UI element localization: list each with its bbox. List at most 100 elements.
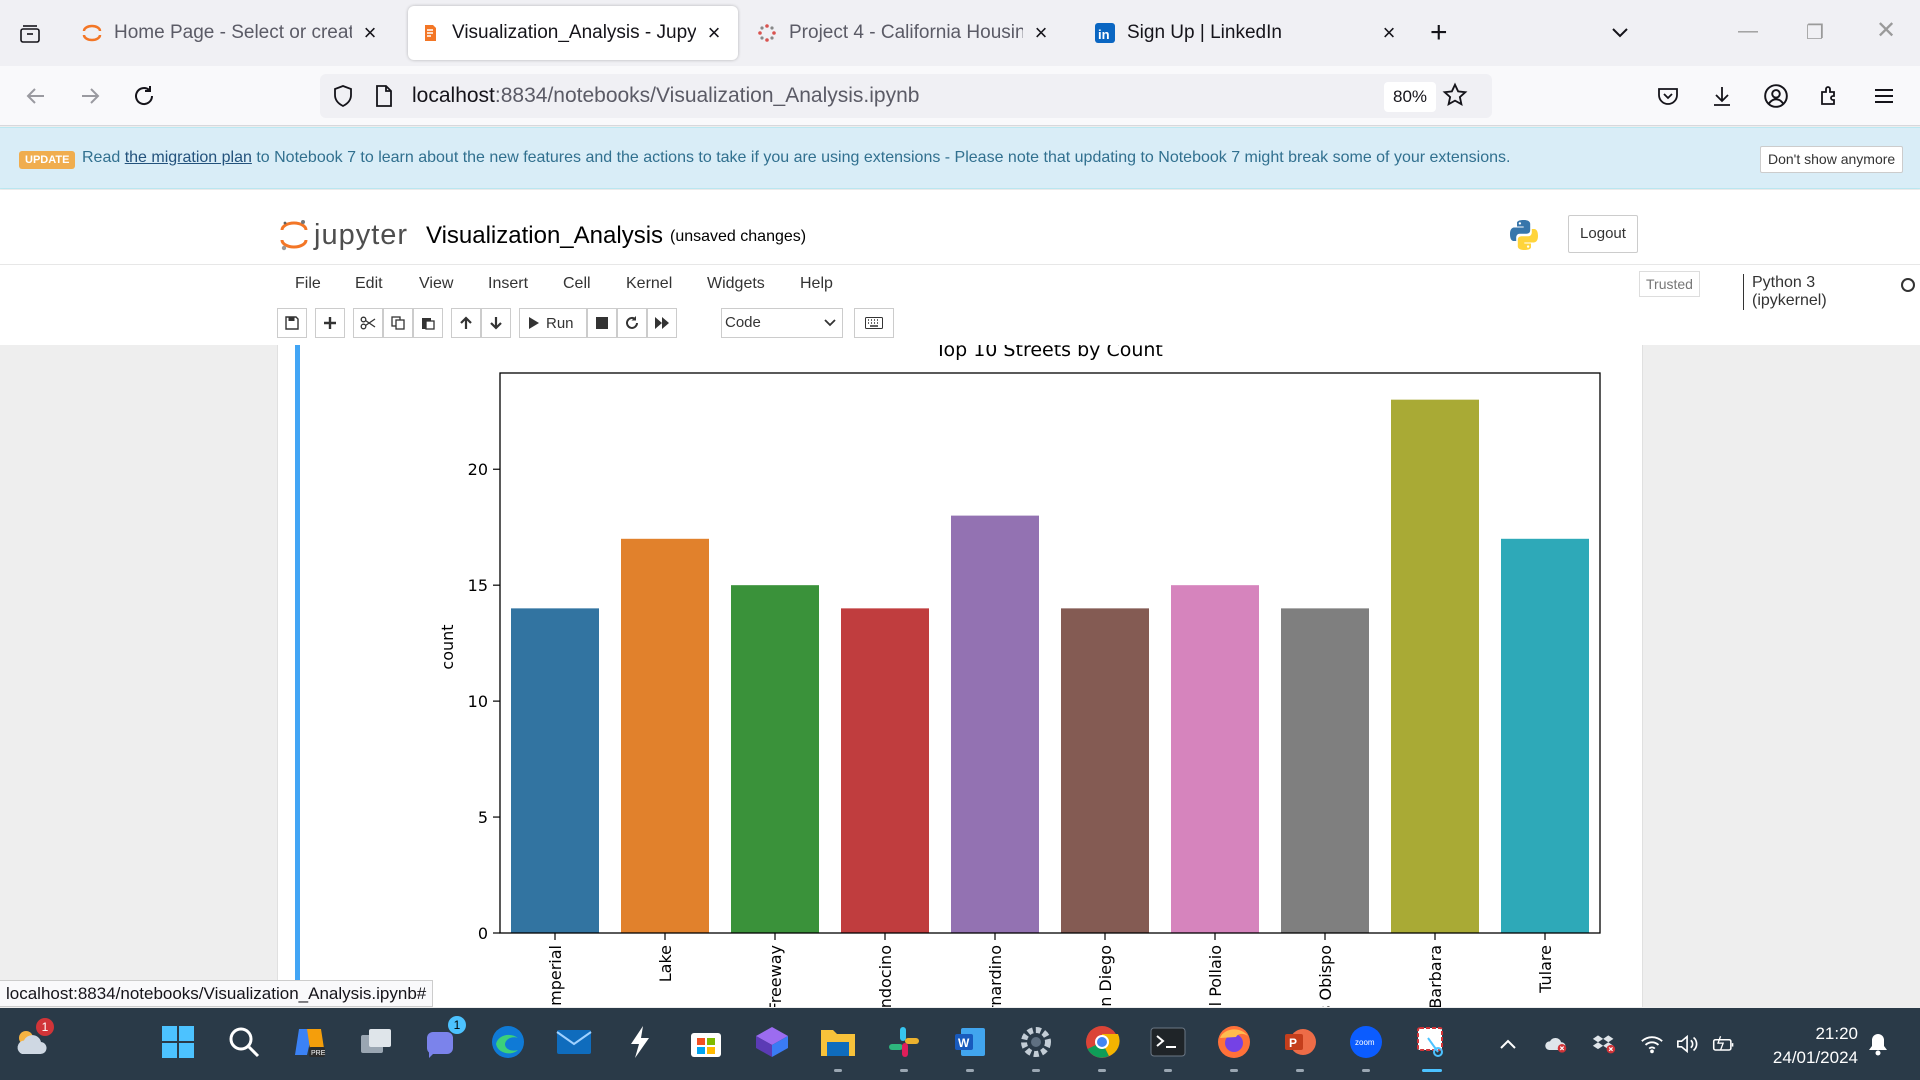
run-button[interactable]: Run — [519, 308, 587, 338]
x-tick-label: Imperial — [546, 945, 565, 1007]
powerpoint-icon[interactable]: P — [1280, 1022, 1320, 1072]
edge-icon[interactable] — [488, 1022, 528, 1062]
menu-insert[interactable]: Insert — [488, 275, 528, 293]
menu-view[interactable]: View — [419, 275, 453, 293]
task-view-icon[interactable] — [356, 1022, 396, 1062]
jupyter-logo[interactable]: jupyter — [280, 218, 408, 252]
command-palette-button[interactable] — [854, 308, 894, 338]
wifi-icon[interactable] — [1640, 1032, 1664, 1056]
minimize-icon[interactable]: — — [1738, 20, 1758, 43]
shield-icon[interactable] — [332, 84, 354, 113]
zoom-icon[interactable]: zoom — [1346, 1022, 1386, 1072]
menu-edit[interactable]: Edit — [355, 275, 383, 293]
list-all-tabs-icon[interactable] — [1608, 20, 1632, 49]
bar-6 — [1171, 585, 1259, 933]
interrupt-button[interactable] — [587, 308, 617, 338]
settings-gear-icon[interactable] — [1016, 1022, 1056, 1072]
svg-text:in: in — [1098, 27, 1110, 42]
microsoft-store-icon[interactable] — [686, 1022, 726, 1062]
bookmark-star-icon[interactable] — [1442, 82, 1468, 113]
terminal-icon[interactable] — [1148, 1022, 1188, 1072]
restart-button[interactable] — [617, 308, 647, 338]
copy-button[interactable] — [383, 308, 413, 338]
save-button[interactable] — [277, 308, 307, 338]
move-down-button[interactable] — [481, 308, 511, 338]
migration-plan-link[interactable]: the migration plan — [125, 149, 252, 166]
url-text[interactable]: localhost:8834/notebooks/Visualization_A… — [412, 84, 919, 108]
restart-run-all-button[interactable] — [647, 308, 677, 338]
close-tab-icon[interactable]: × — [1029, 20, 1053, 45]
menu-kernel[interactable]: Kernel — [626, 275, 672, 293]
cell-type-select[interactable]: Code — [721, 308, 843, 338]
weather-widget-icon[interactable]: 1 — [12, 1018, 54, 1062]
x-axis-ticks: Imperial Lake Freeway endocino ernardino an D… — [546, 933, 1555, 1007]
tab-list-icon[interactable] — [14, 18, 46, 50]
power-automate-icon[interactable] — [752, 1022, 792, 1062]
notification-bell-icon[interactable] — [1866, 1032, 1890, 1056]
notebook-menubar: File Edit View Insert Cell Kernel Widget… — [277, 266, 1915, 310]
move-up-button[interactable] — [451, 308, 481, 338]
volume-icon[interactable] — [1676, 1032, 1700, 1056]
file-explorer-icon[interactable] — [818, 1022, 858, 1072]
pocket-icon[interactable] — [1652, 80, 1684, 112]
y-axis-label: count — [438, 624, 457, 669]
menu-cell[interactable]: Cell — [563, 275, 591, 293]
tab-home-page[interactable]: Home Page - Select or create a × — [70, 6, 394, 60]
arrow-up-icon — [460, 316, 472, 329]
paste-icon — [422, 318, 435, 330]
jupyter-logo-text: jupyter — [314, 218, 409, 251]
bolt-app-icon[interactable] — [620, 1022, 660, 1062]
system-clock[interactable]: 21:20 24/01/2024 — [1758, 1022, 1858, 1070]
page-info-icon[interactable] — [374, 85, 394, 112]
logout-button[interactable]: Logout — [1568, 215, 1638, 253]
url-bar[interactable]: localhost:8834/notebooks/Visualization_A… — [320, 74, 1492, 118]
firefox-icon[interactable] — [1214, 1022, 1254, 1072]
menu-help[interactable]: Help — [800, 275, 833, 293]
paste-button[interactable] — [413, 308, 443, 338]
search-icon[interactable] — [224, 1022, 264, 1062]
account-icon[interactable] — [1760, 80, 1792, 112]
back-icon[interactable] — [20, 80, 52, 112]
menu-widgets[interactable]: Widgets — [707, 275, 765, 293]
extensions-icon[interactable] — [1814, 80, 1846, 112]
python-logo-icon — [1507, 218, 1541, 257]
banner-text-after: to Notebook 7 to learn about the new fea… — [251, 149, 1511, 166]
chrome-icon[interactable] — [1082, 1022, 1122, 1072]
close-tab-icon[interactable]: × — [702, 20, 726, 45]
teams-chat-icon[interactable]: 1 — [422, 1016, 466, 1062]
trusted-badge[interactable]: Trusted — [1639, 271, 1700, 297]
dont-show-anymore-button[interactable]: Don't show anymore — [1760, 146, 1904, 173]
restore-icon[interactable]: ❐ — [1806, 20, 1824, 45]
insert-cell-button[interactable] — [315, 308, 345, 338]
keyboard-icon — [865, 317, 883, 329]
onedrive-error-icon[interactable] — [1544, 1032, 1568, 1056]
notebook-name[interactable]: Visualization_Analysis — [426, 222, 663, 250]
reload-icon[interactable] — [128, 80, 160, 112]
word-icon[interactable]: W — [950, 1022, 990, 1072]
menu-file[interactable]: File — [295, 275, 321, 293]
kernel-name[interactable]: Python 3 (ipykernel) — [1743, 274, 1827, 310]
plus-icon — [324, 317, 336, 329]
slack-icon[interactable] — [884, 1022, 924, 1072]
tab-linkedin[interactable]: in Sign Up | LinkedIn × — [1083, 6, 1413, 60]
mail-icon[interactable] — [554, 1022, 594, 1062]
chevron-up-icon[interactable] — [1496, 1032, 1520, 1056]
close-tab-icon[interactable]: × — [358, 20, 382, 45]
cut-button[interactable] — [353, 308, 383, 338]
forward-icon[interactable] — [74, 80, 106, 112]
battery-icon[interactable] — [1712, 1032, 1736, 1056]
download-icon[interactable] — [1706, 80, 1738, 112]
dropbox-error-icon[interactable] — [1592, 1032, 1616, 1056]
zoom-level-button[interactable]: 80% — [1384, 82, 1437, 112]
new-tab-icon[interactable]: + — [1430, 18, 1448, 48]
x-tick-label: Tulare — [1536, 945, 1555, 994]
tab-visualization-analysis[interactable]: Visualization_Analysis - Jupyter × — [408, 6, 738, 60]
close-window-icon[interactable]: ✕ — [1876, 16, 1896, 45]
tab-project-4[interactable]: Project 4 - California Housing | × — [745, 6, 1065, 60]
close-tab-icon[interactable]: × — [1377, 20, 1401, 45]
copilot-icon[interactable]: PRE — [290, 1022, 330, 1062]
running-indicator — [1230, 1069, 1238, 1072]
menu-icon[interactable] — [1868, 80, 1900, 112]
snipping-tool-icon[interactable] — [1412, 1022, 1452, 1072]
start-button-icon[interactable] — [158, 1022, 198, 1062]
